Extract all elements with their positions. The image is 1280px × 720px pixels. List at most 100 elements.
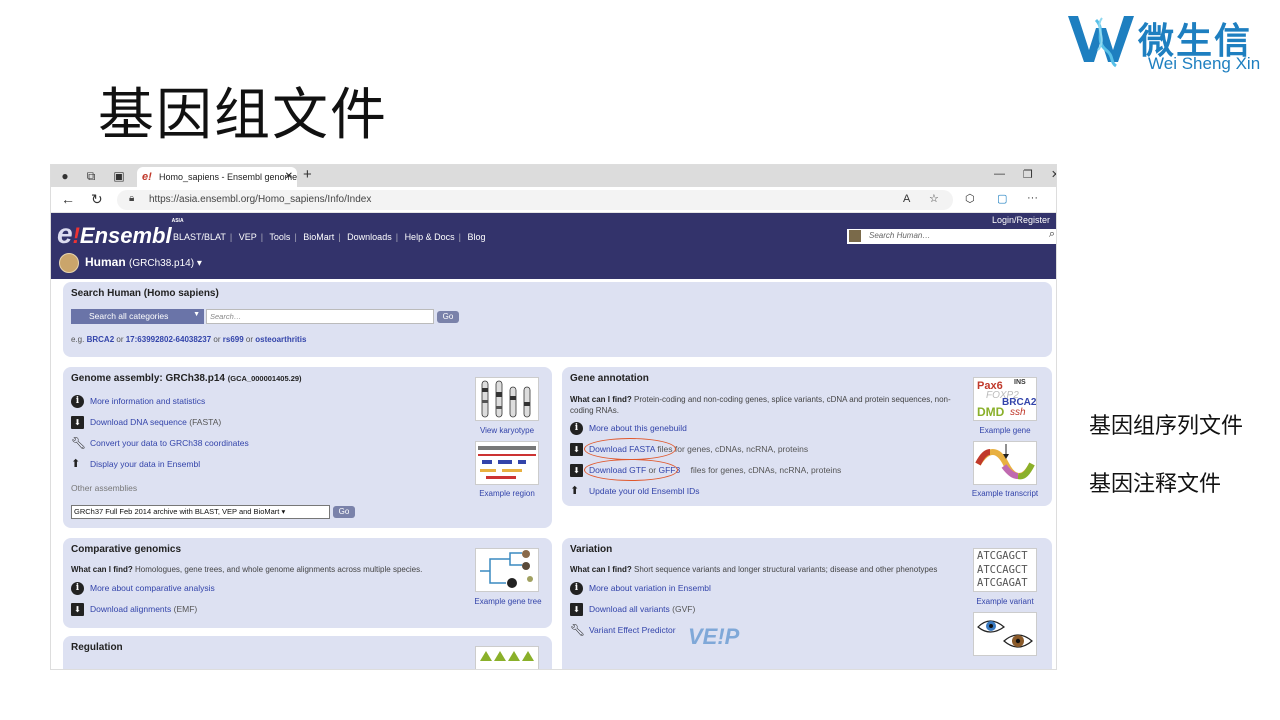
tab-title: Homo_sapiens - Ensembl genome [159, 172, 297, 182]
url-text: https://asia.ensembl.org/Homo_sapiens/In… [149, 194, 372, 205]
nav-biomart[interactable]: BioMart [303, 232, 334, 242]
link-convert-coordinates[interactable]: 🔧︎ Convert your data to GRCh38 coordinate… [71, 437, 249, 450]
example-link-osteoarthritis[interactable]: osteoarthritis [255, 335, 306, 344]
nav-tools[interactable]: Tools [269, 232, 290, 242]
minimize-icon[interactable]: — [994, 168, 1005, 180]
transcript-thumbnail[interactable] [973, 441, 1037, 485]
fasta-suffix: (FASTA) [189, 416, 222, 427]
refresh-icon[interactable]: ↻ [91, 191, 103, 208]
example-link-location[interactable]: 17:63992802-64038237 [126, 335, 211, 344]
link-download-dna[interactable]: ⬇ Download DNA sequence (FASTA) [71, 416, 221, 429]
nav-blog[interactable]: Blog [467, 232, 485, 242]
category-label: Search all categories [89, 311, 169, 321]
close-tab-icon[interactable]: ✕ [285, 171, 293, 182]
example-link-rs699[interactable]: rs699 [223, 335, 244, 344]
assembly-go-button[interactable]: Go [333, 506, 355, 518]
species-assembly: (GRCh38.p14) ▾ [129, 258, 202, 270]
nav-blast[interactable]: BLAST/BLAT [173, 232, 226, 242]
search-panel: Search Human (Homo sapiens) Search all c… [63, 282, 1052, 357]
variant-thumbnail[interactable]: ATCGAGCT ATCCAGCT ATCGAGAT [973, 548, 1037, 592]
download-icon: ⬇ [570, 603, 583, 616]
extensions-icon[interactable]: ⬡ [965, 192, 975, 205]
back-icon[interactable]: ← [61, 191, 75, 207]
link-convert-text: Convert your data to GRCh38 coordinates [90, 437, 249, 448]
vep-logo[interactable]: VE!P [688, 624, 739, 650]
copilot-icon[interactable]: ▢ [997, 192, 1007, 205]
link-more-genebuild[interactable]: i More about this genebuild [570, 422, 687, 435]
gene-tree-thumbnail[interactable] [475, 548, 539, 592]
gene-word-ssh: ssh [1010, 407, 1026, 418]
dna-line-1: ATCGAGCT [977, 550, 1028, 562]
maximize-icon[interactable]: ❐ [1023, 168, 1033, 181]
nav-vep[interactable]: VEP [239, 232, 257, 242]
human-avatar [59, 253, 79, 273]
region-caption[interactable]: Example region [469, 489, 545, 498]
transcript-caption[interactable]: Example transcript [967, 489, 1043, 498]
link-more-comparative[interactable]: i More about comparative analysis [71, 582, 215, 595]
link-update-text: Update your old Ensembl IDs [589, 485, 700, 496]
url-field[interactable]: 🔒︎ https://asia.ensembl.org/Homo_sapiens… [117, 190, 953, 210]
search-icon[interactable]: ⌕ [1049, 228, 1055, 241]
assembly-select[interactable]: GRCh37 Full Feb 2014 archive with BLAST,… [71, 505, 330, 519]
regulation-tracks-icon [480, 651, 534, 661]
address-bar: ← ↻ 🔒︎ https://asia.ensembl.org/Homo_sap… [51, 187, 1056, 213]
link-update-ids[interactable]: ⬆ Update your old Ensembl IDs [570, 485, 700, 498]
link-download-variants[interactable]: ⬇ Download all variants (GVF) [570, 603, 695, 616]
link-display-data[interactable]: ⬆ Display your data in Ensembl [71, 458, 200, 471]
link-vep[interactable]: 🔧︎ Variant Effect Predictor [570, 624, 676, 637]
nav-help-docs[interactable]: Help & Docs [405, 232, 455, 242]
browser-screenshot: ● ⧉ ▣ e! Homo_sapiens - Ensembl genome ✕… [50, 164, 1057, 670]
more-icon[interactable]: ··· [1027, 192, 1038, 204]
variation-panel: Variation What can I find? Short sequenc… [562, 538, 1052, 669]
logo-text: Ensembl [79, 223, 172, 248]
category-dropdown[interactable]: Search all categories ▼ [71, 309, 204, 324]
link-download-alignments[interactable]: ⬇ Download alignments (EMF) [71, 603, 197, 616]
new-tab-icon[interactable]: + [303, 166, 312, 183]
tab-actions-icon[interactable]: ▣ [111, 168, 127, 184]
gvf-suffix: (GVF) [672, 603, 696, 614]
link-more-variation[interactable]: i More about variation in Ensembl [570, 582, 711, 595]
species-selector[interactable]: Human (GRCh38.p14) ▾ [59, 253, 202, 273]
comparative-genomics-panel: Comparative genomics What can I find? Ho… [63, 538, 552, 628]
link-more-info-text: More information and statistics [90, 395, 206, 406]
ensembl-logo[interactable]: e!EnsemblASIA [57, 218, 184, 250]
nav-downloads[interactable]: Downloads [347, 232, 392, 242]
phenotype-thumbnail[interactable] [973, 612, 1037, 656]
regulation-thumbnail[interactable] [475, 646, 539, 669]
region-tracks-icon [478, 446, 536, 479]
var-what-label: What can I find? [570, 565, 632, 574]
browser-tab[interactable]: e! Homo_sapiens - Ensembl genome ✕ [137, 167, 297, 187]
close-window-icon[interactable]: ✕ [1051, 168, 1056, 181]
search-go-button[interactable]: Go [437, 311, 459, 323]
collections-icon[interactable]: ⧉ [83, 168, 99, 184]
gene-thumbnail[interactable]: Pax6 INS FOXP2 BRCA2 DMD ssh [973, 377, 1037, 421]
karyotype-caption[interactable]: View karyotype [469, 426, 545, 435]
variant-caption[interactable]: Example variant [967, 597, 1043, 606]
dna-line-3: ATCGAGAT [977, 577, 1028, 589]
species-selector-icon[interactable] [849, 230, 861, 242]
gene-caption[interactable]: Example gene [967, 426, 1043, 435]
search-examples: e.g. BRCA2 or 17:63992802-64038237 or rs… [71, 335, 306, 344]
note-gene-annotation-file: 基因注释文件 [1089, 472, 1222, 497]
logo-bang: ! [72, 223, 80, 248]
example-link-brca2[interactable]: BRCA2 [87, 335, 115, 344]
karyotype-thumbnail[interactable] [475, 377, 539, 421]
gene-tree-caption[interactable]: Example gene tree [469, 597, 547, 606]
read-aloud-icon[interactable]: A [903, 193, 910, 205]
transcript-icon [975, 444, 1035, 480]
wrench-icon: 🔧︎ [570, 623, 586, 637]
header-search-input[interactable]: Search Human… ⌕ [847, 228, 1056, 244]
annot-what-label: What can I find? [570, 395, 632, 404]
karyotype-chromosomes-icon [481, 380, 531, 418]
link-more-info[interactable]: i More information and statistics [71, 395, 205, 408]
region-thumbnail[interactable] [475, 441, 539, 485]
logo-e: e [57, 218, 73, 249]
dropdown-arrow-icon: ▼ [193, 311, 200, 318]
search-input[interactable]: Search… [206, 309, 434, 324]
reg-panel-title: Regulation [71, 642, 123, 653]
profile-icon[interactable]: ● [57, 168, 73, 184]
login-register-link[interactable]: Login/Register [992, 215, 1050, 225]
favorite-star-icon[interactable]: ☆ [929, 192, 939, 205]
upload-icon: ⬆ [570, 485, 580, 497]
ensembl-favicon-icon: e! [142, 171, 152, 183]
